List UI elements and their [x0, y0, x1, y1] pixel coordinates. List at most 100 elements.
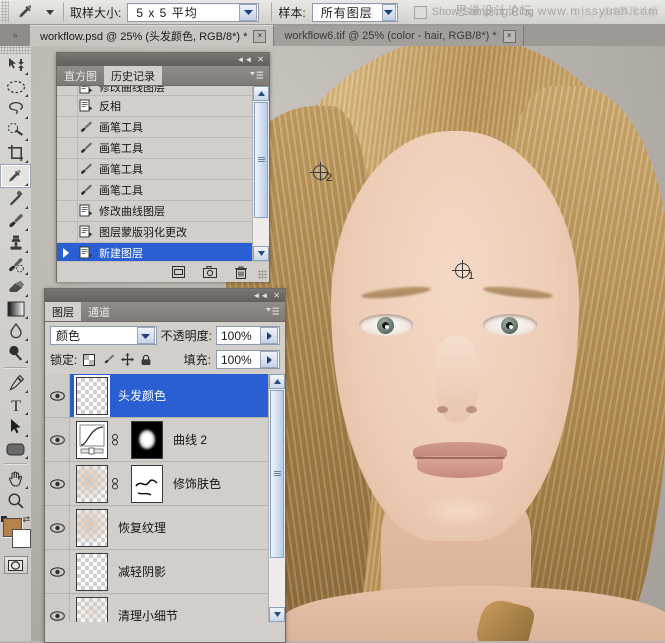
history-panel-resize-grip[interactable] — [258, 270, 267, 279]
tool-preset-chevron-down-icon[interactable] — [43, 1, 57, 23]
lock-position-icon[interactable] — [120, 353, 134, 367]
gradient-tool[interactable] — [1, 298, 30, 320]
delete-state-button[interactable] — [235, 266, 247, 279]
tool-preset-picker[interactable] — [9, 1, 43, 23]
layers-scrollbar[interactable] — [268, 374, 285, 622]
tab-channels[interactable]: 通道 — [81, 302, 117, 321]
layers-scroll-thumb[interactable] — [270, 390, 284, 558]
collapse-panel-icon[interactable]: ◄◄ — [252, 291, 268, 300]
tab-bar-expand-icon[interactable]: » — [0, 24, 30, 46]
layer-thumbnail[interactable] — [76, 552, 108, 591]
history-item-2[interactable]: 画笔工具 — [57, 117, 253, 138]
layer-row-5[interactable]: 清理小细节 — [45, 594, 269, 622]
quick-mask-toggle[interactable] — [3, 556, 28, 574]
sample-dropdown[interactable]: 所有图层 — [311, 2, 398, 22]
history-item-7[interactable]: 图层蒙版羽化更改 — [57, 222, 253, 243]
show-sampling-ring-checkbox[interactable] — [413, 5, 427, 19]
document-tab-1-close-icon[interactable]: × — [502, 29, 516, 43]
history-item-0[interactable]: 修改曲线图层 — [57, 86, 253, 96]
type-tool[interactable]: T — [1, 394, 30, 416]
layer-mask-link-icon[interactable] — [111, 477, 122, 490]
history-brush-tool[interactable] — [1, 254, 30, 276]
layer-mask-link-icon[interactable] — [111, 433, 122, 446]
layer-row-0[interactable]: 头发颜色 — [45, 374, 269, 418]
blur-tool[interactable] — [1, 320, 30, 342]
history-item-8[interactable]: 新建图层 — [57, 243, 253, 261]
color-sampler-2[interactable]: 2 — [310, 162, 332, 184]
scroll-down-button[interactable] — [253, 246, 269, 261]
layer-visibility-toggle[interactable] — [45, 462, 70, 505]
document-tab-0-close-icon[interactable]: × — [253, 29, 267, 43]
history-panel-menu-icon[interactable] — [244, 66, 269, 85]
history-item-1[interactable]: 反相 — [57, 96, 253, 117]
close-panel-icon[interactable]: ✕ — [273, 291, 280, 300]
layer-row-2[interactable]: 修饰肤色 — [45, 462, 269, 506]
tab-histogram[interactable]: 直方图 — [57, 66, 104, 85]
fill-field[interactable]: 100% — [216, 350, 280, 369]
lasso-tool[interactable] — [1, 98, 30, 120]
layer-visibility-toggle[interactable] — [45, 418, 70, 461]
zoom-tool[interactable] — [1, 490, 30, 512]
history-panel-titlebar[interactable]: ◄◄ ✕ — [57, 53, 269, 66]
lock-all-icon[interactable] — [139, 353, 153, 367]
color-swatches[interactable]: ⇄ — [1, 514, 31, 550]
close-panel-icon[interactable]: ✕ — [257, 55, 264, 64]
hand-tool[interactable] — [1, 468, 30, 490]
history-item-6[interactable]: 修改曲线图层 — [57, 201, 253, 222]
sample-size-dropdown[interactable]: 5 x 5 平均 — [127, 2, 260, 22]
brush-tool[interactable] — [1, 210, 30, 232]
tab-layers[interactable]: 图层 — [45, 302, 81, 321]
history-scroll-thumb[interactable] — [254, 102, 268, 218]
scroll-up-button[interactable] — [253, 86, 269, 101]
layer-thumbnail[interactable] — [76, 596, 108, 622]
blend-mode-dropdown[interactable]: 颜色 — [50, 326, 157, 345]
quick-selection-tool[interactable] — [1, 120, 30, 142]
layers-panel-menu-icon[interactable] — [260, 302, 285, 321]
layer-thumbnail[interactable] — [76, 376, 108, 415]
tab-history[interactable]: 历史记录 — [104, 66, 162, 85]
lock-transparent-pixels-icon[interactable] — [82, 353, 96, 367]
history-scrollbar[interactable] — [252, 86, 269, 261]
eraser-tool[interactable] — [1, 276, 30, 298]
toolbox-grip[interactable] — [0, 46, 31, 54]
swap-colors-icon[interactable]: ⇄ — [22, 514, 30, 525]
clone-stamp-tool[interactable] — [1, 232, 30, 254]
opacity-field[interactable]: 100% — [216, 326, 280, 345]
color-sampler-1[interactable]: 1 — [452, 260, 474, 282]
lock-image-pixels-icon[interactable] — [101, 353, 115, 367]
layers-list[interactable]: 头发颜色 曲线 2 修饰肤色 恢复纹理 减轻阴影 清理小细节 — [45, 374, 269, 622]
path-selection-tool[interactable] — [1, 416, 30, 438]
document-tab-0[interactable]: workflow.psd @ 25% (头发颜色, RGB/8*) * × — [30, 25, 275, 46]
layer-mask-thumbnail[interactable] — [131, 464, 163, 503]
new-document-from-state-button[interactable] — [172, 266, 185, 278]
history-list[interactable]: 修改曲线图层 反相 画笔工具 画笔工具 画笔工具 画笔工具 修改曲线图层 图层蒙… — [57, 86, 253, 261]
layer-visibility-toggle[interactable] — [45, 506, 70, 549]
layer-visibility-toggle[interactable] — [45, 594, 70, 622]
move-tool[interactable] — [1, 54, 30, 76]
fill-slider-arrow-icon[interactable] — [260, 351, 278, 368]
layer-thumbnail[interactable] — [76, 508, 108, 547]
collapse-panel-icon[interactable]: ◄◄ — [236, 55, 252, 64]
layer-visibility-toggle[interactable] — [45, 550, 70, 593]
new-snapshot-button[interactable] — [203, 266, 217, 278]
elliptical-marquee-tool[interactable] — [1, 76, 30, 98]
layer-thumbnail[interactable] — [76, 420, 108, 459]
background-color-swatch[interactable] — [12, 529, 31, 548]
healing-brush-tool[interactable] — [1, 188, 30, 210]
layer-row-3[interactable]: 恢复纹理 — [45, 506, 269, 550]
layer-row-1[interactable]: 曲线 2 — [45, 418, 269, 462]
opacity-slider-arrow-icon[interactable] — [260, 327, 278, 344]
scroll-up-button[interactable] — [269, 374, 285, 389]
layer-row-4[interactable]: 减轻阴影 — [45, 550, 269, 594]
layers-panel-titlebar[interactable]: ◄◄ ✕ — [45, 289, 285, 302]
dodge-tool[interactable] — [1, 342, 30, 364]
eyedropper-tool[interactable] — [0, 164, 31, 188]
options-bar-grip[interactable] — [1, 1, 9, 23]
history-item-4[interactable]: 画笔工具 — [57, 159, 253, 180]
history-item-5[interactable]: 画笔工具 — [57, 180, 253, 201]
pen-tool[interactable] — [1, 372, 30, 394]
history-item-3[interactable]: 画笔工具 — [57, 138, 253, 159]
layer-visibility-toggle[interactable] — [45, 374, 70, 417]
scroll-down-button[interactable] — [269, 607, 285, 622]
layer-mask-thumbnail[interactable] — [131, 420, 163, 459]
